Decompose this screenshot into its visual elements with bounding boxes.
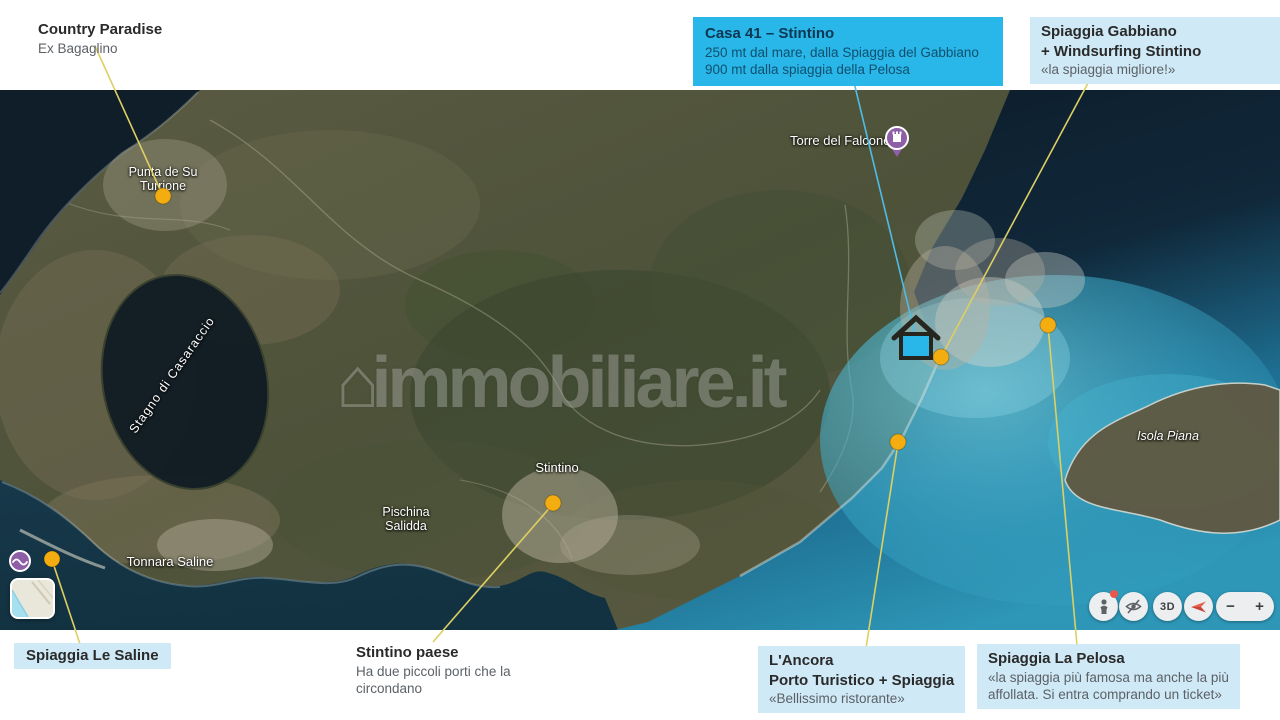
callout-title: Porto Turistico + Spiaggia [769,671,954,691]
zoom-control: − + [1216,592,1274,621]
callout-casa41: Casa 41 – Stintino 250 mt dal mare, dall… [693,17,1003,86]
callout-line: affollata. Si entra comprando un ticket» [988,686,1229,704]
callout-quote: «Bellissimo ristorante» [769,690,954,708]
screenshot-stage: ⌂immobiliare.it Torre del Falcone Punta … [0,0,1280,720]
zoom-out-button[interactable]: − [1216,598,1245,615]
callout-spiaggia-gabbiano: Spiaggia Gabbiano + Windsurfing Stintino… [1030,17,1280,84]
compass-button[interactable] [1184,592,1213,621]
callout-title: + Windsurfing Stintino [1041,42,1269,62]
callout-line: circondano [356,680,511,698]
callout-quote: «la spiaggia migliore!» [1041,61,1269,79]
callout-title: L'Ancora [769,651,954,671]
3d-label: 3D [1160,601,1175,613]
callout-title: Stintino paese [356,643,511,663]
satellite-map[interactable] [0,90,1280,630]
callout-subtitle: Ex Bagaglino [38,40,162,58]
callout-spiaggia-le-saline: Spiaggia Le Saline [14,643,171,669]
street-view-notification-dot [1110,590,1118,598]
callout-title: Spiaggia Le Saline [26,646,159,666]
eye-slash-icon [1125,598,1142,615]
3d-view-button[interactable]: 3D [1153,592,1182,621]
satellite-imagery [0,90,1280,630]
compass-needle-icon [1190,600,1208,614]
callout-spiaggia-la-pelosa: Spiaggia La Pelosa «la spiaggia più famo… [977,644,1240,709]
zoom-in-button[interactable]: + [1245,598,1274,615]
callout-title: Country Paradise [38,20,162,40]
callout-line: 250 mt dal mare, dalla Spiaggia del Gabb… [705,44,991,62]
map-type-minimap[interactable] [10,578,55,619]
hide-labels-button[interactable] [1119,592,1148,621]
callout-line: 900 mt dalla spiaggia della Pelosa [705,61,991,79]
minimap-thumbnail [12,580,53,617]
callout-ancora: L'Ancora Porto Turistico + Spiaggia «Bel… [758,646,965,713]
callout-line: «la spiaggia più famosa ma anche la più [988,669,1229,687]
callout-line: Ha due piccoli porti che la [356,663,511,681]
callout-country-paradise: Country Paradise Ex Bagaglino [38,20,162,57]
callout-title: Spiaggia Gabbiano [1041,22,1269,42]
callout-title: Spiaggia La Pelosa [988,649,1229,669]
callout-stintino-paese: Stintino paese Ha due piccoli porti che … [356,643,511,698]
pegman-icon [1097,599,1111,615]
callout-title: Casa 41 – Stintino [705,24,991,44]
